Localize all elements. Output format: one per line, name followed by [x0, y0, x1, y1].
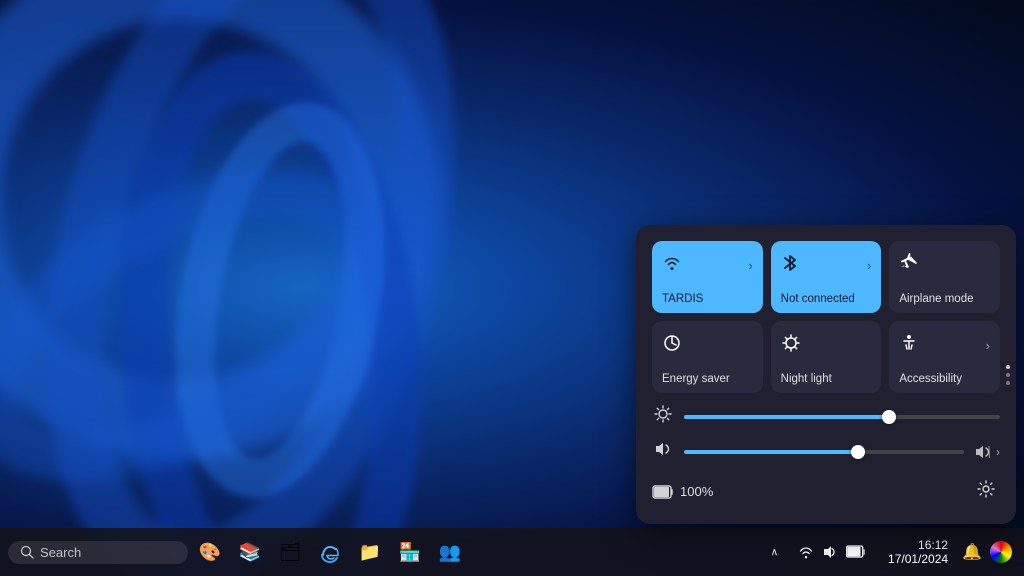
volume-icon — [652, 440, 674, 463]
bluetooth-icon — [781, 253, 799, 278]
taskbar: Search 🎨 📚 🗂 📁 🏪 👥 ∧ — [0, 528, 1024, 576]
scroll-dot-3 — [1006, 381, 1010, 385]
battery-info: 100% — [652, 484, 713, 500]
taskbar-edge-app[interactable] — [312, 534, 348, 570]
battery-percent: 100% — [680, 484, 713, 499]
search-placeholder: Search — [40, 545, 81, 560]
notification-bell[interactable]: 🔔 — [962, 542, 982, 562]
taskbar-books-app[interactable]: 📚 — [232, 534, 268, 570]
night-light-button[interactable]: Night light — [771, 321, 882, 393]
system-clock[interactable]: 16:12 17/01/2024 — [882, 536, 954, 568]
scroll-dot-1 — [1006, 365, 1010, 369]
taskbar-left: Search 🎨 📚 🗂 📁 🏪 👥 — [0, 534, 767, 570]
scroll-dot-2 — [1006, 373, 1010, 377]
battery-row: 100% — [652, 475, 1000, 508]
wifi-expand-arrow[interactable]: › — [748, 258, 752, 273]
quick-buttons-row2: Energy saver — [652, 321, 1000, 393]
wifi-label: TARDIS — [662, 293, 753, 305]
taskbar-store-app[interactable]: 🏪 — [392, 534, 428, 570]
night-light-label: Night light — [781, 373, 872, 385]
volume-expand-arrow[interactable]: › — [996, 445, 1000, 459]
accessibility-icon — [899, 333, 919, 358]
airplane-button[interactable]: Airplane mode — [889, 241, 1000, 313]
color-palette-button[interactable] — [990, 541, 1012, 563]
wifi-button[interactable]: › TARDIS — [652, 241, 763, 313]
brightness-slider-row — [652, 405, 1000, 428]
panel-scrollbar — [1006, 365, 1010, 385]
accessibility-label: Accessibility — [899, 373, 990, 385]
taskbar-right: ∧ 16:12 17/01/2024 🔔 — [767, 536, 1024, 568]
settings-icon[interactable] — [972, 475, 1000, 508]
accessibility-button[interactable]: › Accessibility — [889, 321, 1000, 393]
brightness-slider[interactable] — [684, 415, 1000, 419]
taskbar-teams-app[interactable]: 👥 — [432, 534, 468, 570]
energy-icon — [662, 333, 682, 358]
night-light-icon — [781, 333, 801, 358]
system-tray-chevron[interactable]: ∧ — [767, 545, 782, 560]
system-tray-icons[interactable] — [790, 540, 874, 564]
search-box[interactable]: Search — [8, 541, 188, 564]
accessibility-expand-arrow[interactable]: › — [986, 338, 990, 353]
taskbar-files-app[interactable]: 🗂 — [272, 534, 308, 570]
volume-fill — [684, 450, 858, 454]
volume-slider-row: › — [652, 440, 1000, 463]
wifi-icon — [662, 253, 682, 278]
airplane-icon — [899, 253, 919, 278]
quick-settings-panel: › TARDIS › Not connected — [636, 225, 1016, 524]
energy-label: Energy saver — [662, 373, 753, 385]
volume-thumb[interactable] — [851, 445, 865, 459]
brightness-thumb[interactable] — [882, 410, 896, 424]
volume-slider[interactable] — [684, 450, 964, 454]
taskbar-brush-app[interactable]: 🎨 — [192, 534, 228, 570]
bluetooth-label: Not connected — [781, 293, 872, 305]
airplane-label: Airplane mode — [899, 293, 990, 305]
clock-date: 17/01/2024 — [888, 552, 948, 566]
energy-saver-button[interactable]: Energy saver — [652, 321, 763, 393]
bluetooth-expand-arrow[interactable]: › — [867, 258, 871, 273]
brightness-fill — [684, 415, 889, 419]
clock-time: 16:12 — [918, 538, 948, 552]
volume-end-controls: › — [974, 443, 1000, 461]
taskbar-folder-app[interactable]: 📁 — [352, 534, 388, 570]
bluetooth-button[interactable]: › Not connected — [771, 241, 882, 313]
quick-buttons-row1: › TARDIS › Not connected — [652, 241, 1000, 313]
brightness-icon — [652, 405, 674, 428]
